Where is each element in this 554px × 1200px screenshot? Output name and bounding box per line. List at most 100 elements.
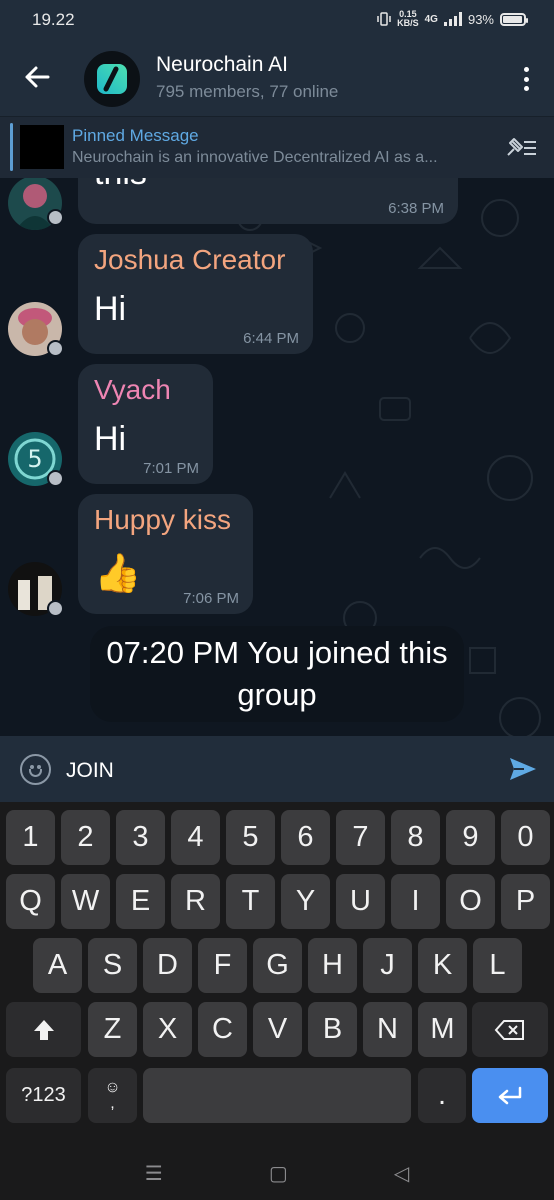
thumbs-up-emoji: 👍: [94, 553, 142, 595]
message-bubble[interactable]: Joshua Creator Hi 6:44 PM: [78, 234, 313, 354]
smile-icon[interactable]: [20, 754, 51, 785]
message-time: 6:38 PM: [388, 200, 444, 217]
key-j[interactable]: J: [363, 938, 412, 993]
message-bubble[interactable]: this 6:38 PM: [78, 178, 458, 224]
soft-keyboard: ☰ ▢ ◁ 1234567890 QWERTYUIOP ASDFGHJKL ZXCVB…: [0, 802, 554, 1200]
network-speed: 0.15 KB/S: [397, 9, 419, 28]
battery-icon: [500, 12, 528, 26]
backspace-icon: [494, 1019, 524, 1040]
key-q[interactable]: Q: [6, 874, 55, 929]
message-input[interactable]: JOIN: [66, 759, 114, 783]
key-7[interactable]: 7: [336, 810, 385, 865]
key-6[interactable]: 6: [281, 810, 330, 865]
space-key[interactable]: [143, 1068, 411, 1123]
key-k[interactable]: K: [418, 938, 467, 993]
chat-area[interactable]: this 6:38 PM Joshua Creator Hi 6:44 PM 5…: [0, 178, 554, 736]
vibrate-icon: [377, 12, 391, 26]
key-r[interactable]: R: [171, 874, 220, 929]
period-key[interactable]: .: [418, 1068, 466, 1123]
shift-key[interactable]: [6, 1002, 81, 1057]
home-icon[interactable]: ▢: [269, 1161, 288, 1186]
key-9[interactable]: 9: [446, 810, 495, 865]
message-time: 6:44 PM: [243, 330, 299, 347]
back-arrow-icon[interactable]: [22, 62, 52, 92]
sender-name[interactable]: Joshua Creator: [94, 244, 285, 276]
system-message-pill: 07:20 PM You joined this group: [90, 626, 464, 722]
group-subtitle: 795 members, 77 online: [156, 82, 339, 101]
system-nav-bar: ☰ ▢ ◁: [0, 1147, 554, 1200]
key-b[interactable]: B: [308, 1002, 357, 1057]
key-x[interactable]: X: [143, 1002, 192, 1057]
key-d[interactable]: D: [143, 938, 192, 993]
symbols-key[interactable]: ?123: [6, 1068, 81, 1123]
group-avatar[interactable]: [84, 51, 140, 107]
network-type: 4G: [424, 13, 438, 25]
key-4[interactable]: 4: [171, 810, 220, 865]
online-status-dot: [47, 340, 64, 357]
message-bubble[interactable]: Huppy kiss 👍 7:06 PM: [78, 494, 253, 614]
key-u[interactable]: U: [336, 874, 385, 929]
online-status-dot: [47, 470, 64, 487]
key-3[interactable]: 3: [116, 810, 165, 865]
sender-name[interactable]: Huppy kiss: [94, 504, 231, 536]
chat-header: Neurochain AI 795 members, 77 online: [0, 40, 554, 116]
key-1[interactable]: 1: [6, 810, 55, 865]
status-time: 19.22: [32, 10, 75, 29]
message-time: 7:06 PM: [183, 590, 239, 607]
backspace-key[interactable]: [472, 1002, 548, 1057]
key-5[interactable]: 5: [226, 810, 275, 865]
svg-text:5: 5: [27, 445, 42, 473]
pinned-text: Neurochain is an innovative Decentralize…: [72, 149, 438, 166]
shift-icon: [33, 1019, 54, 1040]
signal-icon: [443, 12, 462, 26]
key-i[interactable]: I: [391, 874, 440, 929]
message-text: Hi: [94, 290, 127, 328]
send-icon[interactable]: [508, 754, 538, 784]
pinned-thumbnail: [20, 125, 64, 169]
key-w[interactable]: W: [61, 874, 110, 929]
key-n[interactable]: N: [363, 1002, 412, 1057]
message-composer: JOIN: [0, 736, 554, 802]
emoji-comma-key[interactable]: ☺,: [88, 1068, 137, 1123]
recent-apps-icon[interactable]: ☰: [145, 1161, 163, 1186]
key-c[interactable]: C: [198, 1002, 247, 1057]
key-a[interactable]: A: [33, 938, 82, 993]
enter-key[interactable]: [472, 1068, 548, 1123]
key-o[interactable]: O: [446, 874, 495, 929]
group-title[interactable]: Neurochain AI: [156, 53, 288, 77]
pinned-indicator: [10, 123, 13, 171]
more-options-icon[interactable]: [522, 67, 530, 91]
message-text: Hi: [94, 420, 127, 458]
status-icons: 0.15 KB/S 4G 93%: [377, 9, 528, 28]
system-message-line2: group: [237, 677, 317, 712]
key-l[interactable]: L: [473, 938, 522, 993]
key-e[interactable]: E: [116, 874, 165, 929]
message-time: 7:01 PM: [143, 460, 199, 477]
key-v[interactable]: V: [253, 1002, 302, 1057]
key-g[interactable]: G: [253, 938, 302, 993]
battery-percent: 93%: [467, 11, 494, 27]
key-0[interactable]: 0: [501, 810, 550, 865]
enter-icon: [498, 1086, 522, 1104]
key-m[interactable]: M: [418, 1002, 467, 1057]
key-p[interactable]: P: [501, 874, 550, 929]
key-z[interactable]: Z: [88, 1002, 137, 1057]
key-s[interactable]: S: [88, 938, 137, 993]
key-f[interactable]: F: [198, 938, 247, 993]
message-bubble[interactable]: Vyach Hi 7:01 PM: [78, 364, 213, 484]
neurochain-logo-icon: [97, 64, 127, 94]
emoji-icon: ☺: [104, 1078, 121, 1096]
back-icon[interactable]: ◁: [394, 1161, 409, 1186]
message-text: this: [94, 178, 147, 193]
key-y[interactable]: Y: [281, 874, 330, 929]
key-2[interactable]: 2: [61, 810, 110, 865]
pinned-title: Pinned Message: [72, 126, 199, 145]
key-8[interactable]: 8: [391, 810, 440, 865]
online-status-dot: [47, 209, 64, 226]
key-h[interactable]: H: [308, 938, 357, 993]
key-t[interactable]: T: [226, 874, 275, 929]
pin-list-icon[interactable]: [504, 135, 538, 159]
sender-name[interactable]: Vyach: [94, 374, 171, 406]
status-bar: 19.22 0.15 KB/S 4G 93%: [0, 0, 554, 40]
pinned-message-bar[interactable]: Pinned Message Neurochain is an innovati…: [0, 116, 554, 178]
